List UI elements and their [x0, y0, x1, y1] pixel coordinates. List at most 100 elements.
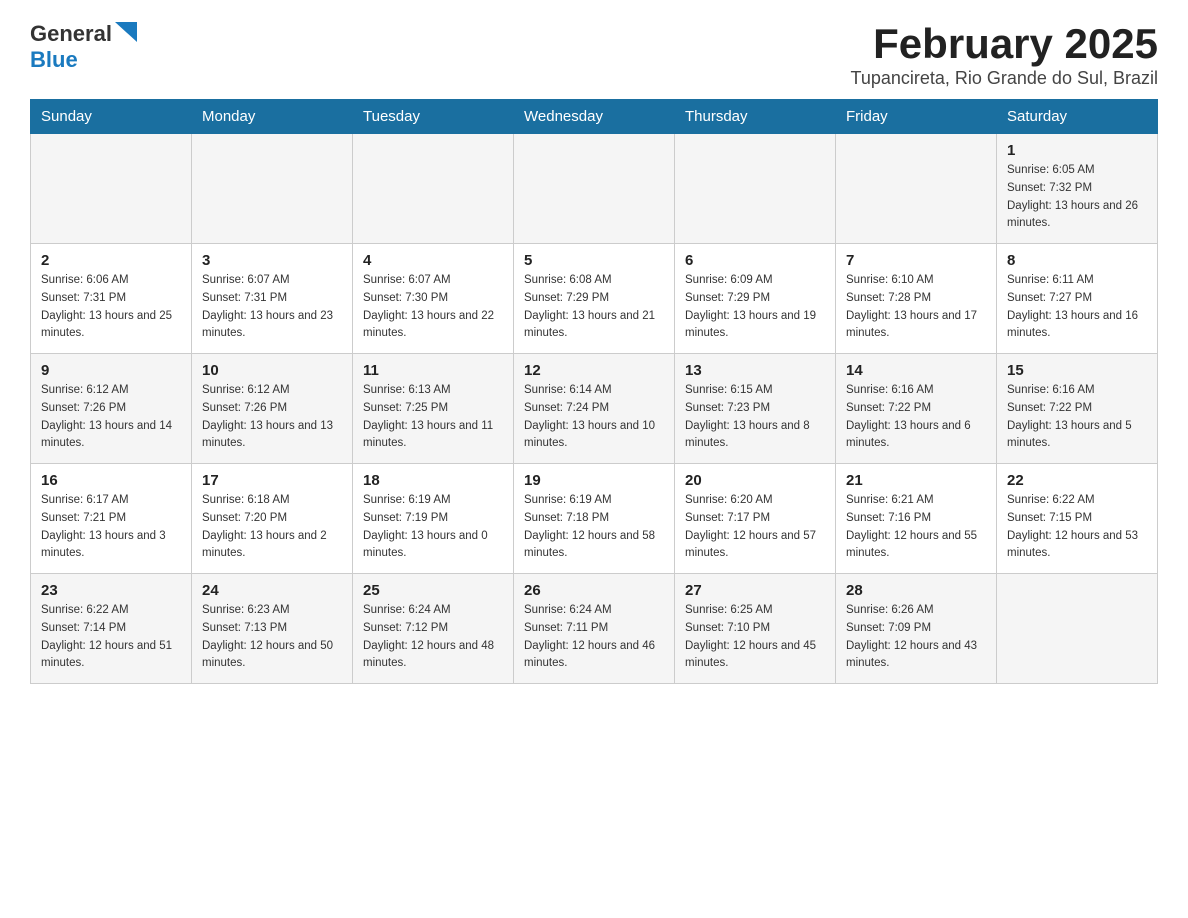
day-number: 7 [846, 252, 986, 269]
day-info: Sunrise: 6:24 AMSunset: 7:12 PMDaylight:… [363, 602, 503, 673]
day-info: Sunrise: 6:10 AMSunset: 7:28 PMDaylight:… [846, 272, 986, 343]
day-number: 27 [685, 582, 825, 599]
day-number: 8 [1007, 252, 1147, 269]
day-number: 25 [363, 582, 503, 599]
day-info: Sunrise: 6:08 AMSunset: 7:29 PMDaylight:… [524, 272, 664, 343]
day-number: 26 [524, 582, 664, 599]
day-info: Sunrise: 6:21 AMSunset: 7:16 PMDaylight:… [846, 492, 986, 563]
calendar-cell: 15 Sunrise: 6:16 AMSunset: 7:22 PMDayligh… [997, 354, 1158, 464]
day-number: 11 [363, 362, 503, 379]
day-number: 18 [363, 472, 503, 489]
page-header: General Blue February 2025 Tupancireta, … [30, 20, 1158, 89]
day-info: Sunrise: 6:05 AMSunset: 7:32 PMDaylight:… [1007, 162, 1147, 233]
day-info: Sunrise: 6:15 AMSunset: 7:23 PMDaylight:… [685, 382, 825, 453]
day-info: Sunrise: 6:25 AMSunset: 7:10 PMDaylight:… [685, 602, 825, 673]
weekday-header-wednesday: Wednesday [514, 100, 675, 134]
calendar-week-row: 23 Sunrise: 6:22 AMSunset: 7:14 PMDayligh… [31, 574, 1158, 684]
day-number: 9 [41, 362, 181, 379]
title-block: February 2025 Tupancireta, Rio Grande do… [851, 20, 1159, 89]
calendar-cell: 22 Sunrise: 6:22 AMSunset: 7:15 PMDayligh… [997, 464, 1158, 574]
calendar-cell: 27 Sunrise: 6:25 AMSunset: 7:10 PMDayligh… [675, 574, 836, 684]
calendar-cell [997, 574, 1158, 684]
calendar-cell: 2 Sunrise: 6:06 AMSunset: 7:31 PMDaylight… [31, 244, 192, 354]
month-title: February 2025 [851, 20, 1159, 68]
day-number: 19 [524, 472, 664, 489]
day-info: Sunrise: 6:24 AMSunset: 7:11 PMDaylight:… [524, 602, 664, 673]
day-info: Sunrise: 6:26 AMSunset: 7:09 PMDaylight:… [846, 602, 986, 673]
calendar-cell: 7 Sunrise: 6:10 AMSunset: 7:28 PMDaylight… [836, 244, 997, 354]
calendar-cell: 16 Sunrise: 6:17 AMSunset: 7:21 PMDayligh… [31, 464, 192, 574]
logo-text-general: General [30, 21, 112, 47]
weekday-header-sunday: Sunday [31, 100, 192, 134]
calendar-table: SundayMondayTuesdayWednesdayThursdayFrid… [30, 99, 1158, 684]
calendar-week-row: 2 Sunrise: 6:06 AMSunset: 7:31 PMDaylight… [31, 244, 1158, 354]
calendar-cell: 20Sunrise: 6:20 AMSunset: 7:17 PMDayligh… [675, 464, 836, 574]
day-number: 4 [363, 252, 503, 269]
calendar-week-row: 1 Sunrise: 6:05 AMSunset: 7:32 PMDaylight… [31, 134, 1158, 244]
day-info: Sunrise: 6:18 AMSunset: 7:20 PMDaylight:… [202, 492, 342, 563]
calendar-cell: 18 Sunrise: 6:19 AMSunset: 7:19 PMDayligh… [353, 464, 514, 574]
day-number: 14 [846, 362, 986, 379]
day-info: Sunrise: 6:22 AMSunset: 7:14 PMDaylight:… [41, 602, 181, 673]
day-number: 15 [1007, 362, 1147, 379]
weekday-header-saturday: Saturday [997, 100, 1158, 134]
calendar-week-row: 16 Sunrise: 6:17 AMSunset: 7:21 PMDayligh… [31, 464, 1158, 574]
calendar-cell: 14 Sunrise: 6:16 AMSunset: 7:22 PMDayligh… [836, 354, 997, 464]
calendar-cell: 10Sunrise: 6:12 AMSunset: 7:26 PMDayligh… [192, 354, 353, 464]
day-info: Sunrise: 6:14 AMSunset: 7:24 PMDaylight:… [524, 382, 664, 453]
calendar-cell: 9 Sunrise: 6:12 AMSunset: 7:26 PMDaylight… [31, 354, 192, 464]
calendar-cell: 28 Sunrise: 6:26 AMSunset: 7:09 PMDayligh… [836, 574, 997, 684]
calendar-cell: 17 Sunrise: 6:18 AMSunset: 7:20 PMDayligh… [192, 464, 353, 574]
day-info: Sunrise: 6:19 AMSunset: 7:19 PMDaylight:… [363, 492, 503, 563]
calendar-cell: 1 Sunrise: 6:05 AMSunset: 7:32 PMDaylight… [997, 134, 1158, 244]
calendar-header-row: SundayMondayTuesdayWednesdayThursdayFrid… [31, 100, 1158, 134]
logo: General Blue [30, 20, 137, 73]
logo-text-blue: Blue [30, 47, 78, 72]
calendar-cell: 3 Sunrise: 6:07 AMSunset: 7:31 PMDaylight… [192, 244, 353, 354]
calendar-cell [192, 134, 353, 244]
calendar-cell: 19 Sunrise: 6:19 AMSunset: 7:18 PMDayligh… [514, 464, 675, 574]
day-info: Sunrise: 6:17 AMSunset: 7:21 PMDaylight:… [41, 492, 181, 563]
calendar-cell [31, 134, 192, 244]
day-number: 16 [41, 472, 181, 489]
calendar-cell: 8 Sunrise: 6:11 AMSunset: 7:27 PMDaylight… [997, 244, 1158, 354]
calendar-cell: 21Sunrise: 6:21 AMSunset: 7:16 PMDayligh… [836, 464, 997, 574]
weekday-header-monday: Monday [192, 100, 353, 134]
day-number: 1 [1007, 142, 1147, 159]
calendar-cell: 6Sunrise: 6:09 AMSunset: 7:29 PMDaylight… [675, 244, 836, 354]
day-info: Sunrise: 6:07 AMSunset: 7:31 PMDaylight:… [202, 272, 342, 343]
calendar-cell [675, 134, 836, 244]
day-number: 3 [202, 252, 342, 269]
calendar-cell [353, 134, 514, 244]
day-number: 23 [41, 582, 181, 599]
weekday-header-tuesday: Tuesday [353, 100, 514, 134]
calendar-cell: 24 Sunrise: 6:23 AMSunset: 7:13 PMDayligh… [192, 574, 353, 684]
day-info: Sunrise: 6:12 AMSunset: 7:26 PMDaylight:… [202, 382, 342, 453]
day-number: 17 [202, 472, 342, 489]
day-number: 12 [524, 362, 664, 379]
day-number: 28 [846, 582, 986, 599]
day-info: Sunrise: 6:11 AMSunset: 7:27 PMDaylight:… [1007, 272, 1147, 343]
day-info: Sunrise: 6:20 AMSunset: 7:17 PMDaylight:… [685, 492, 825, 563]
day-info: Sunrise: 6:16 AMSunset: 7:22 PMDaylight:… [846, 382, 986, 453]
day-number: 13 [685, 362, 825, 379]
calendar-cell: 12 Sunrise: 6:14 AMSunset: 7:24 PMDayligh… [514, 354, 675, 464]
day-info: Sunrise: 6:06 AMSunset: 7:31 PMDaylight:… [41, 272, 181, 343]
calendar-cell: 11 Sunrise: 6:13 AMSunset: 7:25 PMDayligh… [353, 354, 514, 464]
day-info: Sunrise: 6:16 AMSunset: 7:22 PMDaylight:… [1007, 382, 1147, 453]
calendar-cell [836, 134, 997, 244]
calendar-cell: 25 Sunrise: 6:24 AMSunset: 7:12 PMDayligh… [353, 574, 514, 684]
day-info: Sunrise: 6:23 AMSunset: 7:13 PMDaylight:… [202, 602, 342, 673]
day-number: 6 [685, 252, 825, 269]
day-info: Sunrise: 6:13 AMSunset: 7:25 PMDaylight:… [363, 382, 503, 453]
day-info: Sunrise: 6:07 AMSunset: 7:30 PMDaylight:… [363, 272, 503, 343]
calendar-cell [514, 134, 675, 244]
day-info: Sunrise: 6:22 AMSunset: 7:15 PMDaylight:… [1007, 492, 1147, 563]
day-number: 2 [41, 252, 181, 269]
calendar-cell: 13 Sunrise: 6:15 AMSunset: 7:23 PMDayligh… [675, 354, 836, 464]
day-number: 22 [1007, 472, 1147, 489]
day-info: Sunrise: 6:19 AMSunset: 7:18 PMDaylight:… [524, 492, 664, 563]
day-number: 24 [202, 582, 342, 599]
day-number: 5 [524, 252, 664, 269]
day-info: Sunrise: 6:12 AMSunset: 7:26 PMDaylight:… [41, 382, 181, 453]
